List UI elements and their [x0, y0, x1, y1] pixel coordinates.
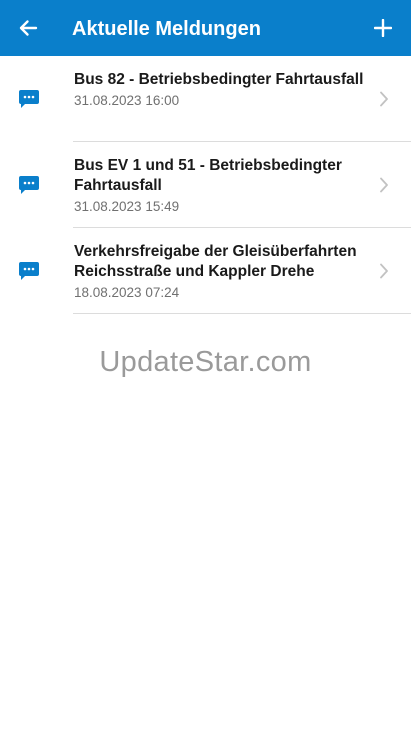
page-title: Aktuelle Meldungen — [72, 18, 261, 40]
app-bar: Aktuelle Meldungen — [0, 0, 411, 56]
divider — [73, 313, 411, 314]
message-list: Bus 82 - Betriebsbedingter Fahrtausfall … — [0, 56, 411, 314]
watermark-text: UpdateStar.com — [99, 346, 312, 378]
chevron-right-icon — [380, 177, 388, 193]
message-headline: Bus EV 1 und 51 - Betriebsbedingter Fahr… — [74, 157, 342, 194]
message-icon — [19, 176, 39, 194]
chevron-right-icon — [380, 263, 388, 279]
message-headline: Verkehrsfreigabe der Gleisüberfahrten Re… — [74, 243, 357, 280]
message-headline: Bus 82 - Betriebsbedingter Fahrtausfall — [74, 71, 364, 88]
message-date: 18.08.2023 07:24 — [74, 285, 180, 300]
message-text: Bus EV 1 und 51 - Betriebsbedingter Fahr… — [74, 156, 364, 216]
chevron-right-icon — [380, 91, 388, 107]
app-screen: Aktuelle Meldungen Bus 82 - Betriebsbedi… — [0, 0, 411, 731]
message-text: Bus 82 - Betriebsbedingter Fahrtausfall … — [74, 70, 364, 110]
message-icon — [19, 262, 39, 280]
list-item[interactable]: Bus EV 1 und 51 - Betriebsbedingter Fahr… — [0, 142, 411, 228]
message-date: 31.08.2023 15:49 — [74, 199, 180, 214]
list-item[interactable]: Verkehrsfreigabe der Gleisüberfahrten Re… — [0, 228, 411, 314]
message-text: Verkehrsfreigabe der Gleisüberfahrten Re… — [74, 242, 364, 302]
back-button[interactable] — [12, 12, 44, 44]
plus-icon — [374, 19, 392, 37]
message-icon — [19, 90, 39, 108]
arrow-left-icon — [19, 20, 38, 36]
message-date: 31.08.2023 16:00 — [74, 93, 180, 108]
add-button[interactable] — [367, 12, 399, 44]
list-item[interactable]: Bus 82 - Betriebsbedingter Fahrtausfall … — [0, 56, 411, 142]
